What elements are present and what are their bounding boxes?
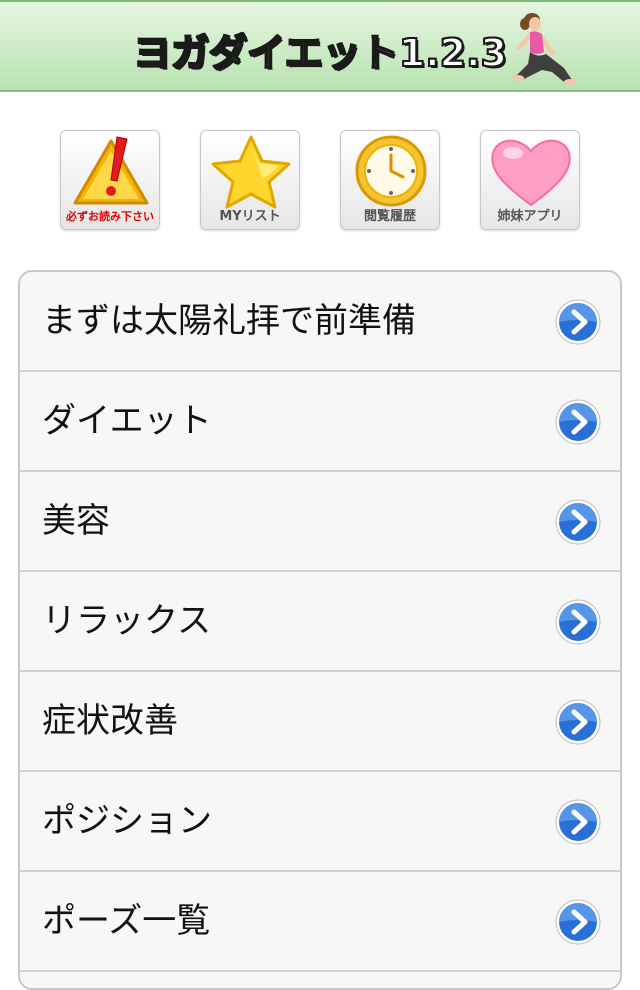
menu-item-beauty[interactable]: 美容: [20, 472, 620, 572]
menu-item-label: 美容: [42, 501, 110, 541]
menu-item-diet[interactable]: ダイエット: [20, 372, 620, 472]
must-read-label: 必ずお読み下さい: [66, 210, 154, 223]
history-label: 閲覧履歴: [363, 209, 416, 224]
chevron-right-icon[interactable]: [554, 698, 602, 746]
menu-item-position[interactable]: ポジション: [20, 772, 620, 872]
must-read-button[interactable]: 必ずお読み下さい: [60, 130, 160, 230]
my-list-label: MYリスト: [219, 209, 281, 224]
app-header: ヨガダイエット1.2.3: [0, 0, 640, 92]
chevron-right-icon[interactable]: [554, 398, 602, 446]
menu-item-relax[interactable]: リラックス: [20, 572, 620, 672]
menu-item-label: ポーズ一覧: [42, 901, 211, 941]
chevron-right-icon[interactable]: [554, 898, 602, 946]
menu-item-pose-list[interactable]: ポーズ一覧: [20, 872, 620, 972]
sister-apps-label: 姉妹アプリ: [497, 209, 563, 224]
chevron-right-icon[interactable]: [554, 598, 602, 646]
menu-item-label: まずは太陽礼拝で前準備: [42, 301, 416, 341]
menu-item-label: リラックス: [42, 601, 211, 641]
clock-icon: [355, 135, 427, 207]
warning-icon: [73, 136, 149, 205]
menu-item-symptom-relief[interactable]: 症状改善: [20, 672, 620, 772]
menu-item-label: 症状改善: [42, 701, 178, 741]
menu-item-label: ポジション: [42, 801, 212, 841]
chevron-right-icon[interactable]: [554, 498, 602, 546]
chevron-right-icon[interactable]: [554, 298, 602, 346]
menu-item-sun-salutation[interactable]: まずは太陽礼拝で前準備: [20, 272, 620, 372]
history-button[interactable]: 閲覧履歴: [340, 130, 440, 230]
chevron-right-icon[interactable]: [554, 798, 602, 846]
category-menu: まずは太陽礼拝で前準備 ダイエット 美容 リラックス 症状改善 ポジション ポー…: [18, 270, 622, 990]
yoga-woman-icon: [512, 13, 576, 85]
menu-item-label: ダイエット: [42, 401, 212, 441]
heart-icon: [491, 139, 571, 207]
sister-apps-button[interactable]: 姉妹アプリ: [480, 130, 580, 230]
star-icon: [211, 135, 291, 209]
my-list-button[interactable]: MYリスト: [200, 130, 300, 230]
